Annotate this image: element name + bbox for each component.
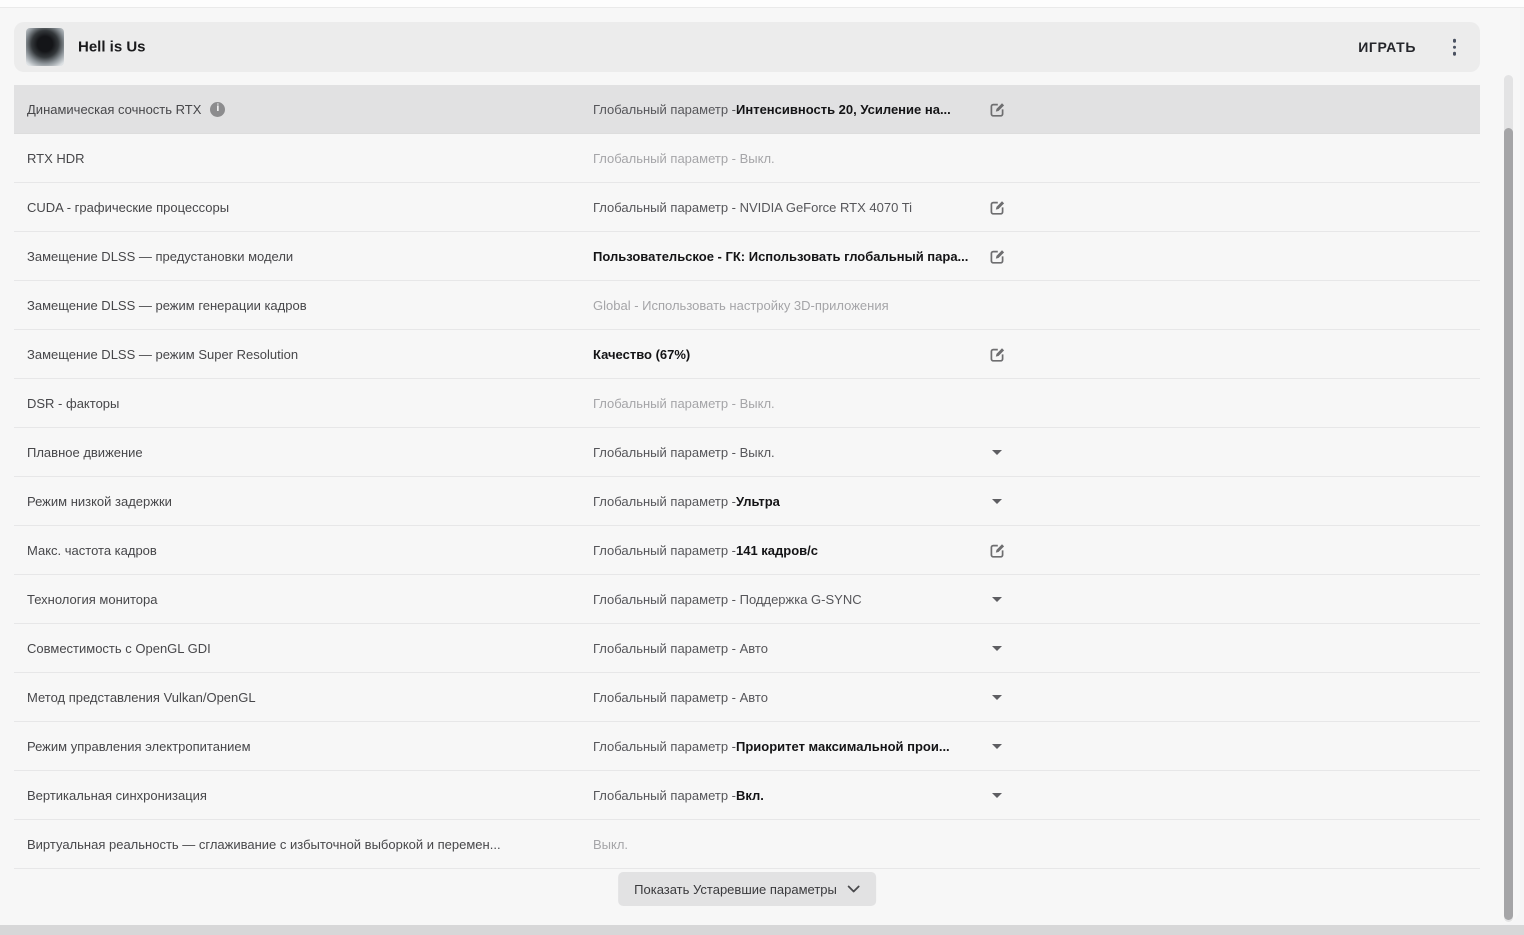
- game-thumbnail: [26, 28, 64, 66]
- setting-label: Макс. частота кадров: [27, 543, 157, 558]
- setting-label: DSR - факторы: [27, 396, 119, 411]
- value-text: Глобальный параметр -: [593, 102, 736, 117]
- setting-value: Глобальный параметр - Авто: [593, 624, 768, 672]
- value-text: Глобальный параметр - Выкл.: [593, 151, 775, 166]
- value-text: Глобальный параметр -: [593, 788, 736, 803]
- value-text: Глобальный параметр -: [593, 739, 736, 754]
- row-monitor-technology[interactable]: Технология монитора Глобальный параметр …: [14, 575, 1480, 624]
- setting-value: Глобальный параметр - Выкл.: [593, 134, 775, 182]
- row-cuda-gpus[interactable]: CUDA - графические процессоры Глобальный…: [14, 183, 1480, 232]
- setting-value: Глобальный параметр - Выкл.: [593, 428, 775, 476]
- setting-label: Виртуальная реальность — сглаживание с и…: [27, 837, 501, 852]
- setting-value: Выкл.: [593, 820, 628, 868]
- row-vulkan-opengl-present-method[interactable]: Метод представления Vulkan/OpenGL Глобал…: [14, 673, 1480, 722]
- setting-label: Плавное движение: [27, 445, 143, 460]
- row-dsr-factors[interactable]: DSR - факторы Глобальный параметр - Выкл…: [14, 379, 1480, 428]
- edit-icon[interactable]: [987, 99, 1007, 119]
- setting-label: CUDA - графические процессоры: [27, 200, 229, 215]
- row-rtx-hdr[interactable]: RTX HDR Глобальный параметр - Выкл.: [14, 134, 1480, 183]
- value-text: Глобальный параметр - Поддержка G-SYNC: [593, 592, 862, 607]
- game-header-card: Hell is Us ИГРАТЬ: [14, 22, 1480, 72]
- setting-value: Глобальный параметр - NVIDIA GeForce RTX…: [593, 183, 912, 231]
- setting-value: Глобальный параметр - Интенсивность 20, …: [593, 85, 951, 133]
- setting-label: Метод представления Vulkan/OpenGL: [27, 690, 256, 705]
- value-strong-text: Качество (67%): [593, 347, 690, 362]
- settings-list: Динамическая сочность RTX i Глобальный па…: [14, 85, 1480, 869]
- window-bottom-edge: [0, 925, 1524, 935]
- value-strong-text: Интенсивность 20, Усиление на...: [736, 102, 951, 117]
- value-text: Глобальный параметр - NVIDIA GeForce RTX…: [593, 200, 912, 215]
- scrollbar-thumb[interactable]: [1504, 128, 1513, 920]
- game-title: Hell is Us: [78, 39, 146, 56]
- setting-label: RTX HDR: [27, 151, 85, 166]
- chevron-down-icon[interactable]: [987, 785, 1007, 805]
- row-dlss-super-resolution[interactable]: Замещение DLSS — режим Super Resolution …: [14, 330, 1480, 379]
- setting-label: Замещение DLSS — предустановки модели: [27, 249, 293, 264]
- chevron-down-icon[interactable]: [987, 736, 1007, 756]
- edit-icon[interactable]: [987, 246, 1007, 266]
- setting-value: Глобальный параметр - Авто: [593, 673, 768, 721]
- setting-value: Глобальный параметр - Вкл.: [593, 771, 764, 819]
- row-power-management-mode[interactable]: Режим управления электропитанием Глобаль…: [14, 722, 1480, 771]
- chevron-down-icon[interactable]: [987, 638, 1007, 658]
- row-rtx-dynamic-vibrance[interactable]: Динамическая сочность RTX i Глобальный па…: [14, 85, 1480, 134]
- show-legacy-settings-label: Показать Устаревшие параметры: [634, 882, 837, 897]
- row-max-frame-rate[interactable]: Макс. частота кадров Глобальный параметр…: [14, 526, 1480, 575]
- value-strong-text: Ультра: [736, 494, 780, 509]
- setting-value: Глобальный параметр - Поддержка G-SYNC: [593, 575, 862, 623]
- setting-label: Совместимость с OpenGL GDI: [27, 641, 211, 656]
- setting-value: Глобальный параметр - Ультра: [593, 477, 780, 525]
- chevron-down-icon: [847, 885, 860, 893]
- value-strong-text: 141 кадров/с: [736, 543, 818, 558]
- chevron-down-icon[interactable]: [987, 491, 1007, 511]
- value-text: Глобальный параметр -: [593, 494, 736, 509]
- setting-value: Глобальный параметр - Выкл.: [593, 379, 775, 427]
- row-low-latency-mode[interactable]: Режим низкой задержки Глобальный парамет…: [14, 477, 1480, 526]
- chevron-down-icon[interactable]: [987, 442, 1007, 462]
- row-vr-supersampling[interactable]: Виртуальная реальность — сглаживание с и…: [14, 820, 1480, 869]
- kebab-menu-icon[interactable]: [1449, 35, 1461, 60]
- value-strong-text: Вкл.: [736, 788, 764, 803]
- value-text: Глобальный параметр - Авто: [593, 641, 768, 656]
- setting-value: Global - Использовать настройку 3D-прило…: [593, 281, 889, 329]
- setting-label: Технология монитора: [27, 592, 158, 607]
- edit-icon[interactable]: [987, 197, 1007, 217]
- value-text: Глобальный параметр - Авто: [593, 690, 768, 705]
- setting-label: Замещение DLSS — режим Super Resolution: [27, 347, 298, 362]
- row-dlss-model-presets[interactable]: Замещение DLSS — предустановки модели По…: [14, 232, 1480, 281]
- setting-label: Вертикальная синхронизация: [27, 788, 207, 803]
- edit-icon[interactable]: [987, 344, 1007, 364]
- panel-top-divider: [0, 0, 1524, 8]
- value-strong-text: Пользовательское - ГК: Использовать глоб…: [593, 249, 968, 264]
- info-icon[interactable]: i: [210, 102, 225, 117]
- value-strong-text: Приоритет максимальной прои...: [736, 739, 950, 754]
- value-text: Global - Использовать настройку 3D-прило…: [593, 298, 889, 313]
- value-text: Глобальный параметр - Выкл.: [593, 445, 775, 460]
- row-smooth-motion[interactable]: Плавное движение Глобальный параметр - В…: [14, 428, 1480, 477]
- setting-value: Глобальный параметр - 141 кадров/с: [593, 526, 818, 574]
- setting-value: Качество (67%): [593, 330, 690, 378]
- value-text: Выкл.: [593, 837, 628, 852]
- row-dlss-frame-generation[interactable]: Замещение DLSS — режим генерации кадров …: [14, 281, 1480, 330]
- chevron-down-icon[interactable]: [987, 589, 1007, 609]
- row-vertical-sync[interactable]: Вертикальная синхронизация Глобальный па…: [14, 771, 1480, 820]
- show-legacy-settings-button[interactable]: Показать Устаревшие параметры: [618, 872, 876, 906]
- setting-value: Глобальный параметр - Приоритет максимал…: [593, 722, 950, 770]
- value-text: Глобальный параметр - Выкл.: [593, 396, 775, 411]
- value-text: Глобальный параметр -: [593, 543, 736, 558]
- setting-label: Режим низкой задержки: [27, 494, 172, 509]
- chevron-down-icon[interactable]: [987, 687, 1007, 707]
- setting-label: Режим управления электропитанием: [27, 739, 251, 754]
- setting-label: Замещение DLSS — режим генерации кадров: [27, 298, 307, 313]
- row-opengl-gdi-compatibility[interactable]: Совместимость с OpenGL GDI Глобальный па…: [14, 624, 1480, 673]
- play-button[interactable]: ИГРАТЬ: [1358, 22, 1416, 72]
- setting-value: Пользовательское - ГК: Использовать глоб…: [593, 232, 968, 280]
- setting-label: Динамическая сочность RTX: [27, 102, 201, 117]
- edit-icon[interactable]: [987, 540, 1007, 560]
